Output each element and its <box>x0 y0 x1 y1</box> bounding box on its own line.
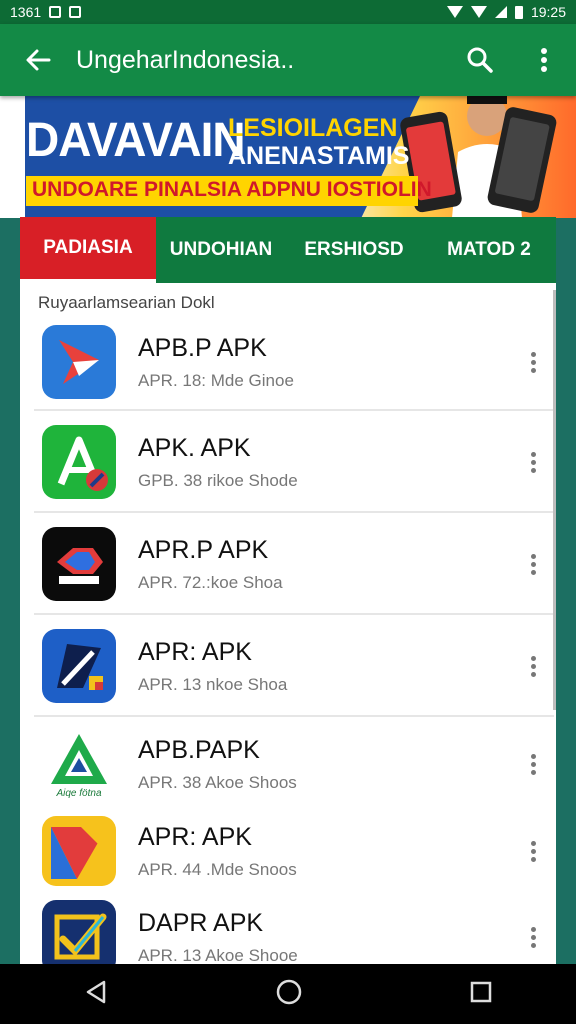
app-name: APB.PAPK <box>138 735 260 764</box>
yellow-check-glyph <box>54 913 107 960</box>
more-options-icon[interactable] <box>516 553 550 575</box>
app-meta: APR. 38 Akoe Shoos <box>138 772 297 792</box>
back-button[interactable] <box>0 24 76 96</box>
more-vert-icon <box>541 48 547 72</box>
list-item[interactable]: APK. APK GPB. 38 rikoe Shode <box>34 413 554 513</box>
tab-ershiosd[interactable]: ERSHIOSD <box>286 217 422 283</box>
back-triangle-icon <box>86 980 106 1003</box>
tab-bar: PADIASIA UNDOHIAN ERSHIOSD MATOD 2 <box>20 217 556 283</box>
tab-padiasia[interactable]: PADIASIA <box>20 217 156 283</box>
app-meta: APR. 72.:koe Shoa <box>138 572 283 592</box>
dark-logo-icon <box>42 527 116 601</box>
list-item[interactable]: APR: APK APR. 13 nkoe Shoa <box>34 617 554 717</box>
list-item[interactable]: APR: APK APR. 44 .Mde Snoos <box>34 809 554 893</box>
app-name: APR: APK <box>138 637 252 666</box>
app-meta: APR. 18: Mde Ginoe <box>138 370 294 390</box>
red-plane-icon <box>42 325 116 399</box>
app-meta: APR. 44 .Mde Snoos <box>138 859 297 879</box>
app-name: APR: APK <box>138 822 252 851</box>
green-a-glyph <box>57 436 108 491</box>
list-heading: Ruyaarlamsearian Dokl <box>38 293 215 312</box>
app-name: DAPR APK <box>138 908 264 937</box>
tab-undohian[interactable]: UNDOHIAN <box>156 217 286 283</box>
banner-tagline: UNDOARE PINALSIA ADPNU IOSTIOLIN <box>32 178 432 201</box>
tab-matod[interactable]: MATOD 2 <box>422 217 556 283</box>
nav-back-button[interactable] <box>83 979 109 1010</box>
more-options-icon[interactable] <box>516 753 550 775</box>
list-item[interactable]: APR.P APK APR. 72.:koe Shoa <box>34 515 554 615</box>
yellow-check-icon <box>42 900 116 964</box>
search-icon <box>467 47 493 73</box>
blue-flag-icon <box>42 629 116 703</box>
colorful-arrow-glyph <box>51 827 107 879</box>
app-list-panel: Ruyaarlamsearian Dokl APB.P APK APR. 18:… <box>20 283 556 964</box>
app-meta: APR. 13 Akoe Shooe <box>138 945 298 965</box>
status-time: 19:25 <box>530 4 566 20</box>
colorful-arrow-icon <box>42 816 116 886</box>
list-item[interactable]: DAPR APK APR. 13 Akoe Shooe <box>34 895 554 964</box>
wifi-alt-icon <box>470 6 487 18</box>
more-options-icon[interactable] <box>516 451 550 473</box>
image-notification-icon <box>69 6 82 18</box>
nav-home-button[interactable] <box>275 978 303 1011</box>
green-a-icon <box>42 425 116 499</box>
battery-icon <box>514 5 523 19</box>
status-text: 1361 <box>10 4 42 20</box>
navigation-bar <box>0 964 576 1024</box>
more-options-icon[interactable] <box>516 926 550 948</box>
app-name: APR.P APK <box>138 535 269 564</box>
list-item[interactable]: APB.P APK APR. 18: Mde Ginoe <box>34 315 554 411</box>
signal-icon <box>494 6 507 18</box>
list-item[interactable]: Aiqe fötna APB.PAPK APR. 38 Akoe Shoos <box>34 719 554 809</box>
page-title: UngeharIndonesia.. <box>76 45 295 74</box>
app-bar: UngeharIndonesia.. <box>0 24 576 96</box>
more-options-icon[interactable] <box>516 840 550 862</box>
green-triangle-icon: Aiqe fötna <box>42 723 116 805</box>
icon-caption: Aiqe fötna <box>56 787 102 799</box>
dark-logo-glyph <box>57 548 103 584</box>
app-name: APK. APK <box>138 433 251 462</box>
blue-flag-glyph <box>57 644 103 690</box>
arrow-left-icon <box>26 49 51 71</box>
app-meta: GPB. 38 rikoe Shode <box>138 470 298 490</box>
app-name: APB.P APK <box>138 333 267 362</box>
banner-person-cap <box>467 96 507 104</box>
app-meta: APR. 13 nkoe Shoa <box>138 674 288 694</box>
red-plane-glyph <box>59 340 99 384</box>
banner-subline-1: LESIOILAGEN <box>228 114 398 142</box>
scrollbar[interactable] <box>553 290 556 710</box>
banner-headline: DAVAVAIN <box>26 111 246 167</box>
home-circle-icon <box>276 979 302 1004</box>
recents-square-icon <box>470 981 492 1002</box>
nav-recents-button[interactable] <box>469 980 493 1009</box>
banner-subline-2: ANENASTAMIS <box>228 142 410 170</box>
wifi-icon <box>446 6 463 18</box>
notification-icon <box>49 6 62 18</box>
overflow-menu-button[interactable] <box>512 24 576 96</box>
more-options-icon[interactable] <box>516 351 550 373</box>
search-button[interactable] <box>448 24 512 96</box>
more-options-icon[interactable] <box>516 655 550 677</box>
status-bar: 1361 19:25 <box>0 0 576 24</box>
green-triangle-glyph <box>51 733 107 784</box>
